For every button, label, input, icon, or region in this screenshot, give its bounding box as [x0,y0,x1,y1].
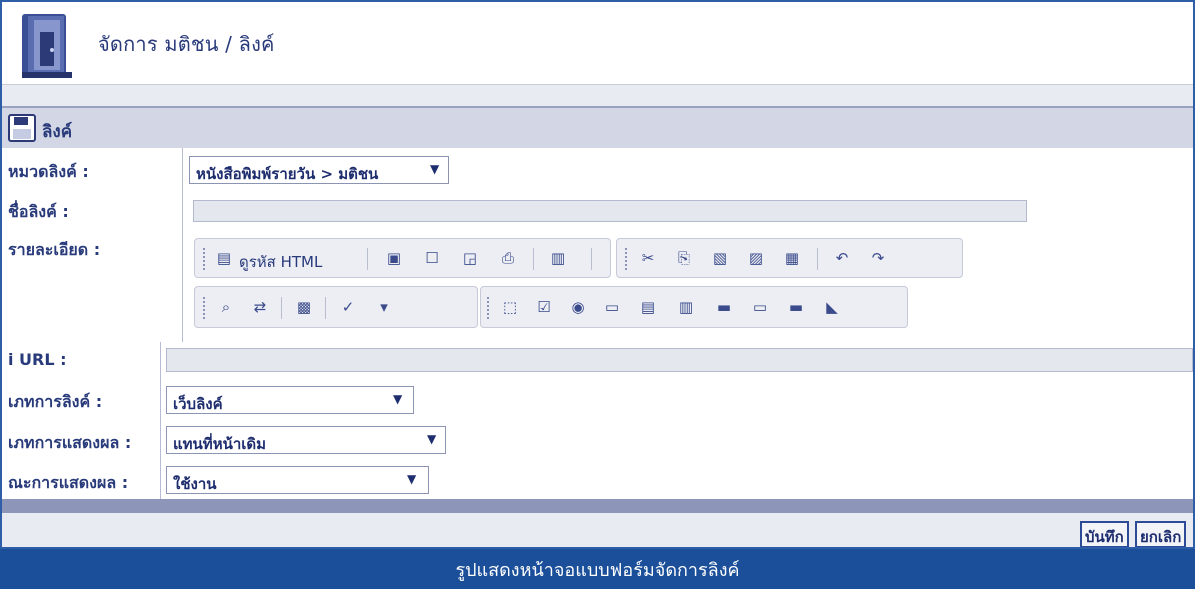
display-type-select-value: แทนที่หน้าเดิม [173,435,267,453]
replace-icon[interactable]: ⇄ [249,296,271,318]
section-title: ลิงค์ [42,122,73,142]
book-icon [22,14,72,78]
url-input[interactable] [166,348,1193,372]
display-type-select[interactable]: แทนที่หน้าเดิม ▼ [166,426,446,454]
row-divider [182,148,183,190]
link-type-label: เภทการลิงค์ : [8,392,103,411]
name-row: ชื่อลิงค์ : [2,190,1193,231]
url-label: i URL : [8,350,67,369]
chevron-down-icon: ▼ [427,432,437,446]
name-label: ชื่อลิงค์ : [8,202,69,221]
paste-icon[interactable]: ▧ [709,247,731,269]
image-button-icon[interactable]: ▭ [749,296,771,318]
form-bottom-bar [2,499,1193,513]
category-label: หมวดลิงค์ : [8,162,89,181]
undo-icon[interactable]: ↶ [831,247,853,269]
select-all-icon[interactable]: ▩ [293,296,315,318]
page-header: จัดการ มติชน / ลิงค์ [2,2,1193,107]
toolbar-grip [203,297,208,319]
detail-row: รายละเอียด : ▤ ดูรหัส HTML ▣ ☐ ◲ ⎙ ▥ ✂ ⎘… [2,230,1193,343]
chevron-down-icon: ▼ [407,472,417,486]
toolbar-separator [591,248,592,270]
status-select-value: ใช้งาน [173,475,217,493]
copy-icon[interactable]: ⎘ [673,247,695,269]
cancel-button[interactable]: ยกเลิก [1135,521,1187,547]
new-page-icon[interactable]: ☐ [421,247,443,269]
select-field-icon[interactable]: ▥ [675,296,697,318]
row-divider [160,420,161,460]
toolbar-separator [325,297,326,319]
status-row: ณะการแสดงผล : ใช้งาน ▼ [2,460,1193,500]
textarea-icon[interactable]: ▤ [637,296,659,318]
toolbar-grip [487,297,492,319]
chevron-down-icon: ▼ [430,162,440,176]
radio-icon[interactable]: ◉ [567,296,589,318]
templates-icon[interactable]: ▥ [547,247,569,269]
toolbar-grip [625,248,630,270]
link-type-row: เภทการลิงค์ : เว็บลิงค์ ▼ [2,378,1193,421]
find-icon[interactable]: ⌕ [215,296,237,318]
editor-toolbar-4: ⬚ ☑ ◉ ▭ ▤ ▥ ▬ ▭ ▬ ◣ [480,286,908,328]
page-title: จัดการ มติชน / ลิงค์ [98,32,275,56]
category-select[interactable]: หนังสือพิมพ์รายวัน > มติชน ▼ [189,156,449,184]
spellcheck-icon[interactable]: ✓ [337,296,359,318]
source-button-label[interactable]: ดูรหัส HTML [239,250,322,274]
floppy-icon [8,114,36,142]
category-select-value: หนังสือพิมพ์รายวัน > มติชน [196,165,379,183]
editor-toolbar-1: ▤ ดูรหัส HTML ▣ ☐ ◲ ⎙ ▥ [194,238,611,278]
spellcheck-dropdown-icon[interactable]: ▾ [373,296,395,318]
row-divider [182,190,183,230]
row-divider [160,460,161,499]
header-divider [2,84,1193,107]
paste-word-icon[interactable]: ▦ [781,247,803,269]
row-divider [160,342,161,378]
editor-toolbar-3: ⌕ ⇄ ▩ ✓ ▾ [194,286,478,328]
toolbar-separator [367,248,368,270]
link-type-select-value: เว็บลิงค์ [173,395,223,413]
redo-icon[interactable]: ↷ [867,247,889,269]
status-label: ณะการแสดงผล : [8,473,129,492]
category-row: หมวดลิงค์ : หนังสือพิมพ์รายวัน > มติชน ▼ [2,148,1193,191]
preview-icon[interactable]: ◲ [459,247,481,269]
form-icon[interactable]: ⬚ [499,296,521,318]
detail-label: รายละเอียด : [8,240,101,259]
toolbar-separator [281,297,282,319]
figure-caption: รูปแสดงหน้าจอแบบฟอร์มจัดการลิงค์ [0,549,1195,589]
url-row: i URL : [2,342,1193,379]
display-type-label: เภทการแสดงผล : [8,433,132,452]
display-type-row: เภทการแสดงผล : แทนที่หน้าเดิม ▼ [2,420,1193,461]
chevron-down-icon: ▼ [393,392,403,406]
hidden-field-icon[interactable]: ▬ [785,296,807,318]
toolbar-separator [817,248,818,270]
row-divider [160,378,161,420]
textfield-icon[interactable]: ▭ [601,296,623,318]
checkbox-icon[interactable]: ☑ [533,296,555,318]
link-type-select[interactable]: เว็บลิงค์ ▼ [166,386,414,414]
section-header: ลิงค์ [2,106,1193,151]
toolbar-grip [203,248,208,270]
toolbar-separator [533,248,534,270]
button-field-icon[interactable]: ▬ [713,296,735,318]
print-icon[interactable]: ⎙ [497,247,519,269]
row-divider [182,230,183,342]
paste-text-icon[interactable]: ▨ [745,247,767,269]
status-select[interactable]: ใช้งาน ▼ [166,466,429,494]
save-button[interactable]: บันทึก [1080,521,1129,547]
form-window: จัดการ มติชน / ลิงค์ ลิงค์ หมวดลิงค์ : ห… [0,0,1195,549]
form-footer: บันทึก ยกเลิก [2,513,1193,547]
draw-icon[interactable]: ◣ [821,296,843,318]
save-icon[interactable]: ▣ [383,247,405,269]
editor-toolbar-2: ✂ ⎘ ▧ ▨ ▦ ↶ ↷ [616,238,963,278]
source-icon[interactable]: ▤ [213,247,235,269]
name-input[interactable] [193,200,1027,222]
cut-icon[interactable]: ✂ [637,247,659,269]
